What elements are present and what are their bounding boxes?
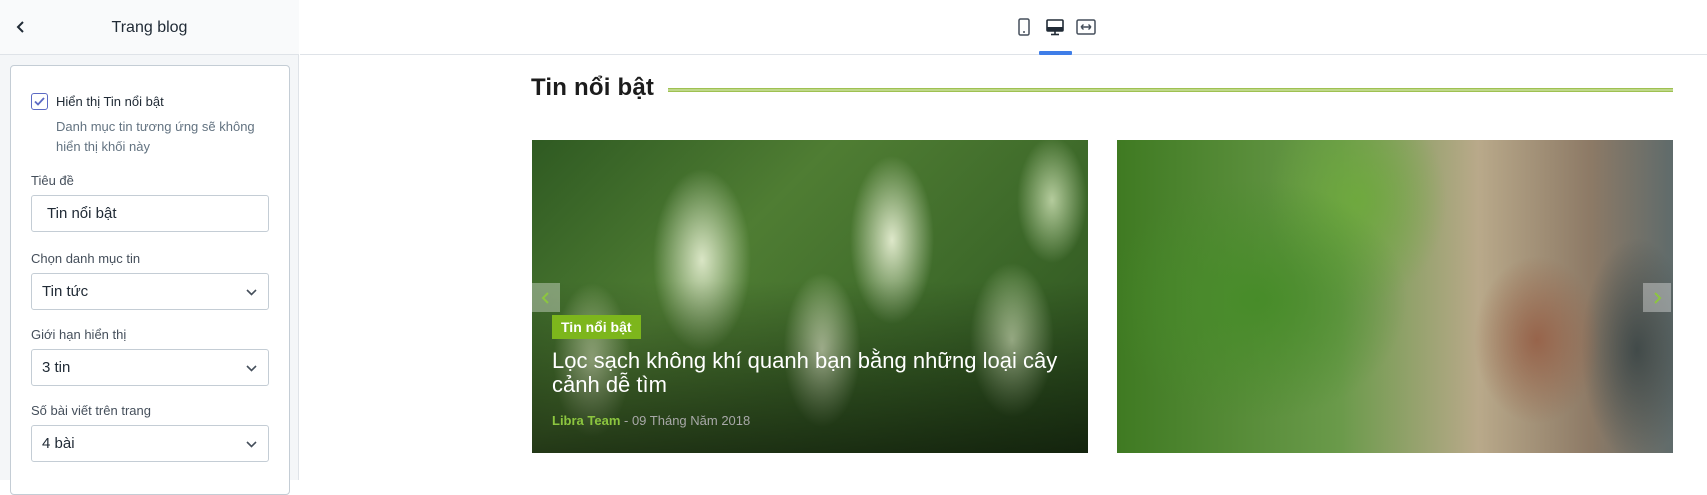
- chevron-down-icon: [246, 289, 257, 296]
- card-image-overlay: [532, 140, 1088, 453]
- limit-field-label: Giới hạn hiển thị: [31, 327, 127, 342]
- show-featured-label: Hiển thị Tin nổi bật: [56, 94, 164, 109]
- featured-post-card[interactable]: Tin nổi bật Lọc sạch không khí quanh bạn…: [532, 140, 1088, 453]
- sidebar-title: Trang blog: [111, 19, 188, 36]
- mobile-icon: [1018, 18, 1030, 36]
- post-date: - 09 Tháng Năm 2018: [624, 413, 751, 428]
- section-title: Tin nổi bật: [531, 74, 655, 101]
- checkmark-icon: [34, 97, 45, 106]
- chevron-left-icon: [541, 291, 549, 304]
- desktop-icon: [1046, 19, 1064, 36]
- fullwidth-icon: [1076, 19, 1096, 35]
- chevron-left-icon: [16, 21, 24, 33]
- active-device-indicator: [1039, 51, 1072, 55]
- chevron-down-icon: [246, 441, 257, 448]
- category-field-label: Chọn danh mục tin: [31, 251, 141, 266]
- per-page-select-value: 4 bài: [42, 435, 75, 452]
- featured-post-card[interactable]: [1117, 140, 1673, 453]
- carousel-prev-button[interactable]: [532, 283, 560, 312]
- device-fullwidth-button[interactable]: [1075, 16, 1097, 38]
- sidebar-header: Trang blog: [0, 0, 299, 55]
- section-title-divider: [668, 88, 1673, 92]
- device-mobile-button[interactable]: [1013, 16, 1035, 38]
- post-meta: Libra Team - 09 Tháng Năm 2018: [552, 413, 750, 428]
- settings-sidebar: Trang blog Hiển thị Tin nổi bật Danh mục…: [0, 0, 299, 495]
- post-author[interactable]: Libra Team: [552, 413, 620, 428]
- limit-select[interactable]: 3 tin: [31, 349, 269, 386]
- checkbox-box[interactable]: [31, 93, 48, 110]
- post-tag-badge[interactable]: Tin nổi bật: [552, 315, 641, 339]
- limit-select-value: 3 tin: [42, 359, 71, 376]
- device-desktop-button[interactable]: [1044, 16, 1066, 38]
- chevron-down-icon: [246, 365, 257, 372]
- category-select-value: Tin tức: [42, 283, 89, 300]
- settings-panel: Hiển thị Tin nổi bật Danh mục tin tương …: [10, 65, 290, 495]
- per-page-select[interactable]: 4 bài: [31, 425, 269, 462]
- back-button[interactable]: [8, 14, 34, 40]
- title-field-label: Tiêu đề: [31, 173, 74, 188]
- preview-toolbar: [300, 0, 1707, 55]
- show-featured-checkbox[interactable]: Hiển thị Tin nổi bật: [31, 93, 164, 110]
- per-page-field-label: Số bài viết trên trang: [31, 403, 151, 418]
- carousel-next-button[interactable]: [1643, 283, 1671, 312]
- show-featured-help: Danh mục tin tương ứng sẽ không hiển thị…: [56, 119, 255, 154]
- title-input[interactable]: Tin nổi bật: [31, 195, 269, 232]
- category-select[interactable]: Tin tức: [31, 273, 269, 310]
- chevron-right-icon: [1654, 291, 1662, 304]
- post-title[interactable]: Lọc sạch không khí quanh bạn bằng những …: [552, 349, 1072, 397]
